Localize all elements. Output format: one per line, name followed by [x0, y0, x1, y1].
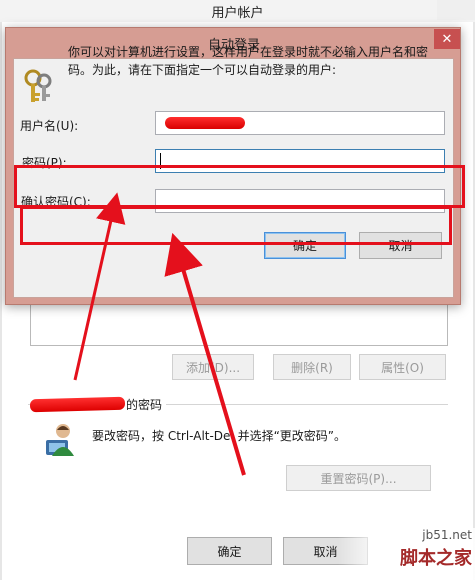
bg-window-title: 用户帐户 — [211, 6, 264, 21]
user-list[interactable] — [30, 304, 448, 346]
username-label: 用户名(U): — [20, 119, 79, 133]
redaction-mark — [29, 396, 126, 413]
bg-ok-button[interactable]: 确定 — [187, 537, 272, 565]
dialog-description: 你可以对计算机进行设置，这样用户在登录时就不必输入用户名和密码。为此，请在下面指… — [68, 45, 429, 77]
watermark-url: jb51.net — [422, 528, 472, 542]
bg-close-button[interactable] — [437, 0, 475, 20]
keys-icon — [24, 69, 52, 102]
reset-password-button[interactable]: 重置密码(P)... — [286, 465, 431, 491]
watermark: jb51.net 脚本之家 — [338, 528, 475, 580]
password-highlight-box — [14, 165, 465, 208]
redaction-mark — [165, 117, 245, 129]
delete-user-button[interactable]: 删除(R) — [273, 354, 351, 380]
watermark-name: 脚本之家 — [400, 548, 472, 569]
confirm-highlight-box — [20, 206, 452, 245]
properties-button[interactable]: 属性(O) — [359, 354, 446, 380]
change-password-hint: 要改密码，按 Ctrl-Alt-Del 并选择“更改密码”。 — [92, 429, 347, 443]
password-group-label: 的密码 — [122, 396, 167, 413]
close-icon: ✕ — [441, 31, 453, 47]
add-user-button[interactable]: 添加(D)... — [172, 354, 254, 380]
user-avatar-icon — [46, 424, 74, 456]
bg-frame-left — [0, 22, 2, 580]
